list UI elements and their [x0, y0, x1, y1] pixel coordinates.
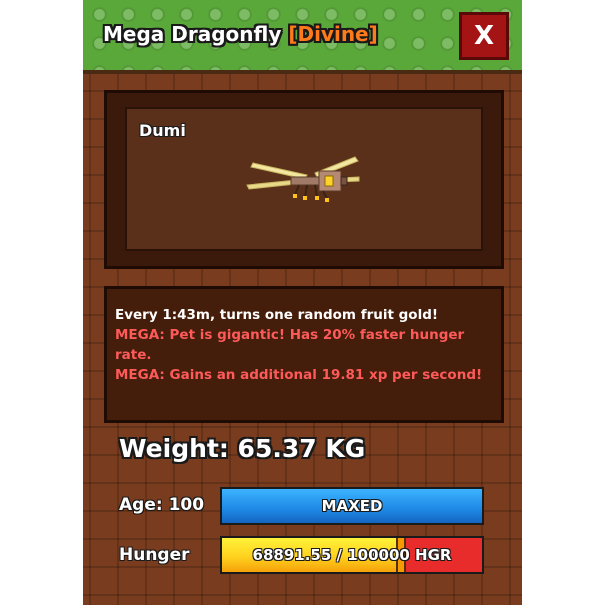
mega-xp-text: MEGA: Gains an additional 19.81 xp per s…	[115, 367, 483, 383]
age-label: Age: 100	[119, 495, 205, 515]
pet-title-name: Mega Dragonfly	[103, 22, 282, 46]
dragonfly-leg-tips	[293, 194, 329, 202]
pet-info-panel: Mega Dragonfly [Divine] X Dumi Every 1:4…	[83, 0, 522, 605]
pet-nickname: Dumi	[139, 121, 186, 140]
pet-preview-viewport: Dumi	[125, 107, 483, 251]
hunger-progress-bar: 68891.55 / 100000 HGR	[220, 536, 484, 574]
age-progress-bar: MAXED	[220, 487, 484, 525]
pet-preview-frame: Dumi	[104, 90, 504, 269]
rarity-label: [Divine]	[288, 22, 378, 46]
pet-description-box: Every 1:43m, turns one random fruit gold…	[104, 286, 504, 423]
age-bar-text: MAXED	[321, 497, 383, 515]
ability-text: Every 1:43m, turns one random fruit gold…	[115, 307, 439, 323]
dragonfly-model-image	[246, 156, 360, 202]
mega-hunger-text: MEGA: Pet is gigantic! Has 20% faster hu…	[115, 327, 465, 363]
hunger-bar-text: 68891.55 / 100000 HGR	[252, 546, 452, 564]
hunger-label: Hunger	[119, 545, 190, 565]
panel-header: Mega Dragonfly [Divine] X	[83, 0, 522, 74]
pet-title: Mega Dragonfly [Divine]	[103, 22, 378, 46]
weight-text: Weight: 65.37 KG	[119, 434, 366, 463]
close-button[interactable]: X	[459, 12, 509, 60]
